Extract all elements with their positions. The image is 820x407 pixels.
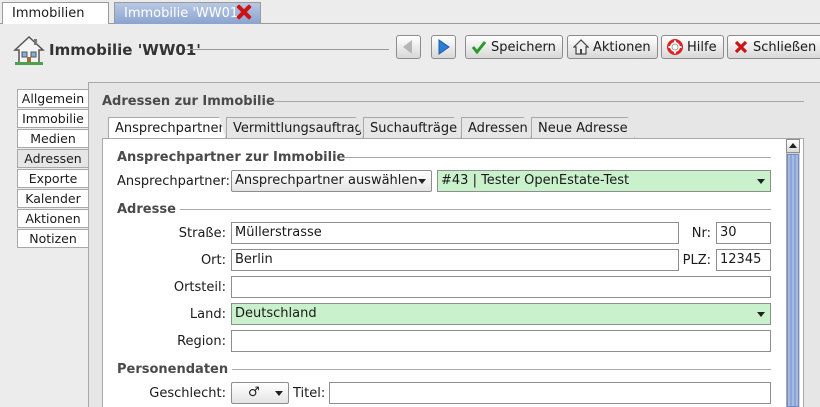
tab-vermittlungsauftrag[interactable]: Vermittlungsauftrag — [226, 117, 363, 139]
city-field[interactable]: Berlin — [231, 249, 679, 271]
contact-label: Ansprechpartner: — [117, 174, 230, 189]
side-tab-immobilie[interactable]: Immobilie — [17, 109, 88, 128]
close-button[interactable]: Schließen — [727, 35, 820, 59]
tab-suchauftraege[interactable]: Suchaufträge — [363, 117, 461, 139]
section-title-contact: Ansprechpartner zur Immobilie — [117, 150, 346, 165]
country-label: Land: — [189, 307, 226, 322]
tab-label: Adressen — [468, 121, 528, 136]
chevron-down-icon — [757, 312, 765, 317]
tab-label: Ansprechpartner — [115, 121, 224, 136]
arrow-up-icon — [789, 143, 797, 148]
chevron-down-icon — [275, 391, 283, 396]
section-divider — [272, 101, 804, 102]
scroll-up-button[interactable] — [786, 139, 800, 153]
side-tab-allgemein[interactable]: Allgemein — [17, 89, 88, 108]
region-label: Region: — [177, 334, 226, 349]
arrow-left-icon — [403, 40, 412, 54]
section-title-address: Adresse — [117, 202, 176, 217]
zip-field[interactable]: 12345 — [716, 249, 771, 271]
gender-select[interactable]: ♂ — [231, 382, 289, 404]
tab-label: Neue Adresse — [538, 121, 628, 136]
side-tab-medien[interactable]: Medien — [17, 129, 88, 148]
side-tab-kalender[interactable]: Kalender — [17, 189, 88, 208]
selected-contact-value: #43 | Tester OpenEstate-Test — [441, 173, 630, 188]
nr-field[interactable]: 30 — [716, 222, 771, 244]
section-divider — [180, 209, 771, 210]
next-button[interactable] — [431, 35, 456, 59]
country-combo[interactable]: Deutschland — [231, 303, 771, 325]
region-field[interactable] — [231, 330, 771, 352]
contact-select[interactable]: Ansprechpartner auswählen — [231, 170, 432, 192]
zip-label: PLZ: — [682, 253, 711, 268]
close-tab-icon[interactable] — [236, 4, 252, 20]
lifebuoy-icon — [667, 39, 683, 55]
previous-button[interactable] — [396, 35, 421, 59]
actions-button[interactable]: Aktionen — [567, 35, 658, 59]
help-label: Hilfe — [687, 39, 717, 55]
house-icon — [13, 35, 45, 65]
checkmark-icon — [471, 41, 487, 55]
section-divider — [340, 157, 771, 158]
gender-label: Geschlecht: — [149, 386, 226, 401]
save-button[interactable]: Speichern — [465, 35, 563, 59]
help-button[interactable]: Hilfe — [661, 35, 724, 59]
tab-adressen[interactable]: Adressen — [461, 117, 531, 139]
close-label: Schließen — [753, 39, 817, 55]
male-symbol-icon: ♂ — [248, 385, 260, 400]
tab-label: Suchaufträge — [370, 121, 458, 136]
page-title: Immobilie 'WW01' — [49, 41, 201, 59]
section-title-adressen: Adressen zur Immobilie — [102, 94, 275, 109]
chevron-down-icon — [418, 179, 426, 184]
title-field[interactable] — [329, 382, 771, 404]
doc-tab-label: Immobilien — [12, 6, 85, 21]
doc-tab-label: Immobilie 'WW01' — [124, 6, 242, 21]
save-label: Speichern — [491, 39, 556, 55]
title-label: Titel: — [293, 386, 326, 401]
district-label: Ortsteil: — [173, 280, 226, 295]
selected-contact-combo[interactable]: #43 | Tester OpenEstate-Test — [437, 170, 771, 192]
city-label: Ort: — [200, 253, 226, 268]
street-label: Straße: — [178, 226, 226, 241]
side-tab-aktionen[interactable]: Aktionen — [17, 209, 88, 228]
street-field[interactable]: Müllerstrasse — [231, 222, 679, 244]
house-icon — [573, 39, 589, 55]
country-value: Deutschland — [235, 306, 317, 321]
tab-neue-adresse[interactable]: Neue Adresse — [531, 117, 635, 139]
contact-select-value: Ansprechpartner auswählen — [235, 173, 418, 188]
arrow-right-icon — [438, 39, 450, 55]
side-tab-notizen[interactable]: Notizen — [17, 229, 88, 248]
actions-label: Aktionen — [593, 39, 651, 55]
tab-label: Vermittlungsauftrag — [233, 121, 363, 136]
side-tabs: Allgemein Immobilie Medien Adressen Expo… — [17, 89, 88, 249]
doc-tab-immobilien[interactable]: Immobilien — [2, 2, 109, 24]
tab-ansprechpartner[interactable]: Ansprechpartner — [108, 117, 226, 139]
section-title-person: Personendaten — [117, 362, 229, 377]
district-field[interactable] — [231, 276, 771, 298]
title-divider — [185, 49, 389, 50]
section-divider — [232, 369, 771, 370]
doc-tab-immobilie-ww01[interactable]: Immobilie 'WW01' — [114, 2, 261, 24]
scrollbar-thumb[interactable] — [787, 154, 799, 407]
close-icon — [734, 40, 748, 54]
side-tab-exporte[interactable]: Exporte — [17, 169, 88, 188]
chevron-down-icon — [757, 179, 765, 184]
nr-label: Nr: — [691, 226, 711, 241]
side-tab-adressen[interactable]: Adressen — [17, 149, 88, 168]
